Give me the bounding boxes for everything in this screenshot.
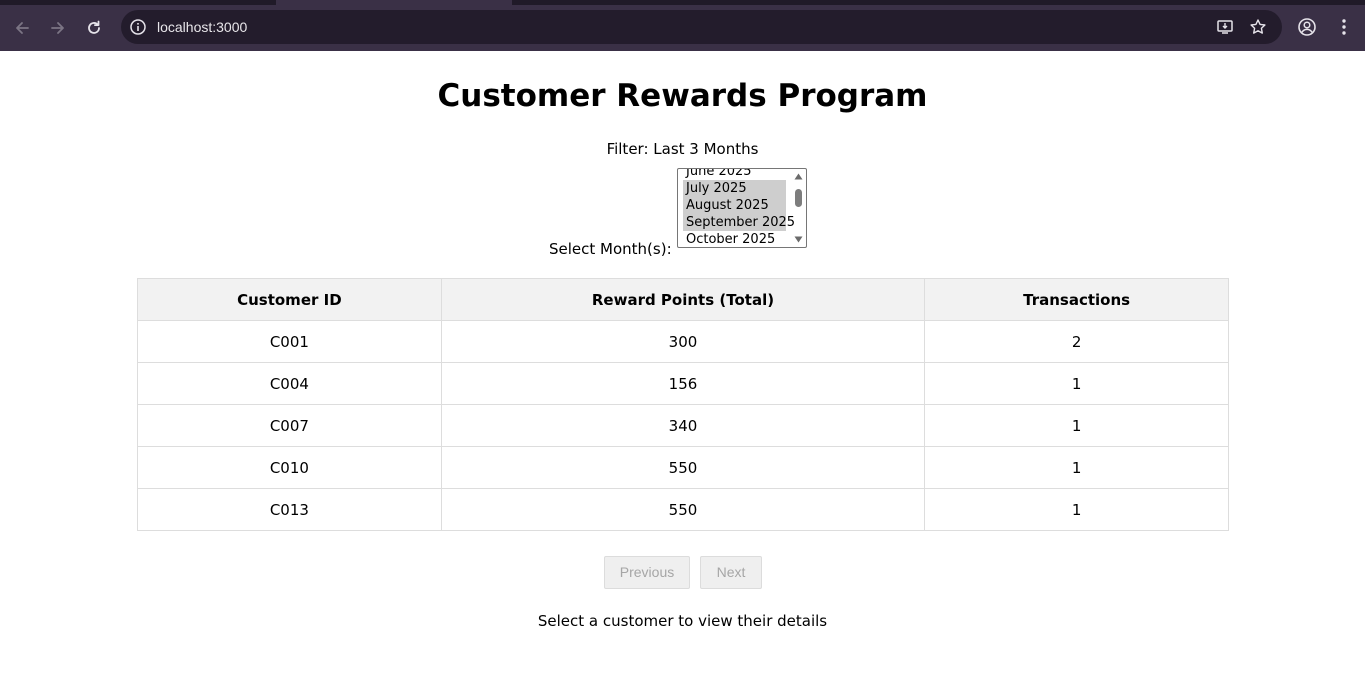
more-menu-icon[interactable]	[1334, 17, 1354, 37]
customer-details-hint: Select a customer to view their details	[537, 612, 828, 630]
rewards-table: Customer ID Reward Points (Total) Transa…	[137, 278, 1229, 531]
transactions-cell: 1	[924, 446, 1229, 489]
profile-icon[interactable]	[1297, 17, 1317, 37]
scroll-down-icon[interactable]	[794, 236, 803, 243]
browser-chrome: localhost:3000	[0, 0, 1365, 51]
forward-button[interactable]	[45, 15, 71, 41]
month-option[interactable]: June 2025	[683, 169, 786, 180]
month-option[interactable]: September 2025	[683, 214, 795, 231]
reward-points-cell: 300	[440, 320, 926, 363]
transactions-cell: 1	[924, 362, 1229, 405]
scroll-thumb[interactable]	[795, 189, 802, 207]
table-header-row: Customer ID Reward Points (Total) Transa…	[137, 278, 1229, 321]
table-row[interactable]: C010 550 1	[137, 446, 1229, 489]
next-button[interactable]: Next	[700, 556, 762, 589]
column-header-customer-id: Customer ID	[137, 278, 442, 321]
page-content: Customer Rewards Program Filter: Last 3 …	[0, 51, 1365, 683]
customer-id-cell[interactable]: C007	[137, 404, 442, 447]
bookmark-star-icon[interactable]	[1249, 18, 1267, 36]
transactions-cell: 1	[924, 404, 1229, 447]
month-option[interactable]: October 2025	[683, 231, 786, 247]
arrow-left-icon	[16, 22, 29, 34]
address-bar[interactable]: localhost:3000	[121, 10, 1282, 44]
customer-id-cell[interactable]: C013	[137, 488, 442, 531]
install-app-icon[interactable]	[1216, 18, 1234, 36]
month-option[interactable]: July 2025	[683, 180, 786, 197]
month-option[interactable]: August 2025	[683, 197, 786, 214]
filter-label: Filter: Last 3 Months	[606, 140, 759, 158]
browser-toolbar: localhost:3000	[0, 5, 1365, 51]
arrow-right-icon	[51, 22, 64, 34]
customer-id-cell[interactable]: C010	[137, 446, 442, 489]
table-row[interactable]: C004 156 1	[137, 362, 1229, 405]
reward-points-cell: 340	[440, 404, 926, 447]
month-select-label: Select Month(s):	[549, 240, 672, 258]
site-info-icon[interactable]	[129, 18, 147, 36]
customer-id-cell[interactable]: C004	[137, 362, 442, 405]
table-row[interactable]: C007 340 1	[137, 404, 1229, 447]
reward-points-cell: 550	[440, 446, 926, 489]
transactions-cell: 2	[924, 320, 1229, 363]
url-text[interactable]: localhost:3000	[157, 18, 247, 36]
page-title: Customer Rewards Program	[437, 78, 928, 114]
table-row[interactable]: C013 550 1	[137, 488, 1229, 531]
table-row[interactable]: C001 300 2	[137, 320, 1229, 363]
transactions-cell: 1	[924, 488, 1229, 531]
reload-icon	[88, 20, 100, 34]
previous-button[interactable]: Previous	[604, 556, 690, 589]
column-header-reward-points: Reward Points (Total)	[440, 278, 926, 321]
reward-points-cell: 156	[440, 362, 926, 405]
customer-id-cell[interactable]: C001	[137, 320, 442, 363]
back-button[interactable]	[9, 15, 35, 41]
month-select-scrollbar[interactable]	[791, 169, 806, 247]
scroll-up-icon[interactable]	[794, 173, 803, 180]
reward-points-cell: 550	[440, 488, 926, 531]
month-multiselect[interactable]: June 2025 July 2025 August 2025 Septembe…	[677, 168, 807, 248]
column-header-transactions: Transactions	[924, 278, 1229, 321]
reload-button[interactable]	[81, 15, 107, 41]
